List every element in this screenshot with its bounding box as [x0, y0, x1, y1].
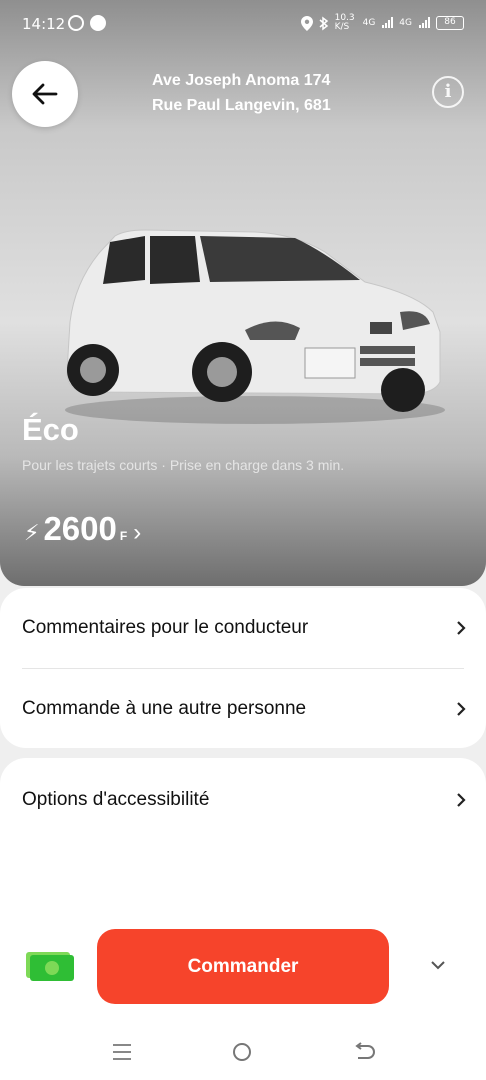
option-accessibility[interactable]: Options d'accessibilité — [22, 760, 466, 840]
home-icon[interactable] — [233, 1043, 251, 1061]
back-button[interactable] — [12, 61, 78, 127]
arrow-left-icon — [32, 83, 58, 105]
status-time: 14:12 — [22, 15, 66, 33]
signal-bars-icon — [382, 17, 394, 28]
system-nav-bar — [0, 1025, 486, 1080]
chevron-right-icon — [457, 621, 466, 635]
price-button[interactable]: ⚡ 2600 F › — [24, 510, 141, 548]
option-label: Options d'accessibilité — [22, 789, 210, 810]
lightning-icon: ⚡ — [24, 520, 40, 545]
currency-label: F — [119, 529, 128, 543]
bluetooth-icon — [319, 16, 328, 30]
signal-icon-1: 4G — [362, 18, 376, 28]
option-label: Commentaires pour le conducteur — [22, 617, 309, 638]
network-speed: 10.3 K/S — [334, 13, 355, 32]
option-driver-comments[interactable]: Commentaires pour le conducteur — [22, 588, 466, 668]
option-label: Commande à une autre personne — [22, 698, 307, 719]
route-summary[interactable]: Ave Joseph Anoma 174 Rue Paul Langevin, … — [152, 68, 331, 118]
price-value: 2600 — [43, 510, 117, 547]
back-nav-icon[interactable] — [352, 1042, 376, 1064]
route-to: Rue Paul Langevin, 681 — [152, 97, 331, 114]
chevron-right-icon: › — [133, 519, 142, 546]
signal-icon-2: 4G — [399, 18, 412, 28]
cash-icon[interactable] — [24, 950, 74, 982]
tariff-name: Éco — [22, 412, 79, 447]
chevron-right-icon — [457, 793, 466, 807]
tariff-description: Pour les trajets courts · Prise en charg… — [22, 457, 345, 473]
whatsapp-icon — [68, 15, 84, 31]
chevron-right-icon — [457, 702, 466, 716]
battery-icon: 86 — [436, 16, 464, 30]
option-order-for-other[interactable]: Commande à une autre personne — [22, 669, 466, 749]
car-image — [65, 229, 445, 424]
route-from: Ave Joseph Anoma 174 — [152, 72, 331, 89]
status-bar: 14:12 10.3 K/S 4G 4G 86 — [0, 0, 486, 48]
location-icon — [300, 15, 313, 31]
chevron-down-icon[interactable] — [428, 955, 448, 975]
messenger-icon — [90, 15, 106, 31]
menu-icon[interactable] — [113, 1044, 131, 1065]
tariff-hero: 14:12 10.3 K/S 4G 4G 86 Ave Joseph Anoma… — [0, 0, 486, 586]
options-card: Commentaires pour le conducteur Commande… — [0, 588, 486, 748]
info-icon[interactable]: i — [432, 76, 464, 108]
order-button[interactable]: Commander — [97, 929, 389, 1004]
signal-bars-icon — [419, 17, 430, 28]
